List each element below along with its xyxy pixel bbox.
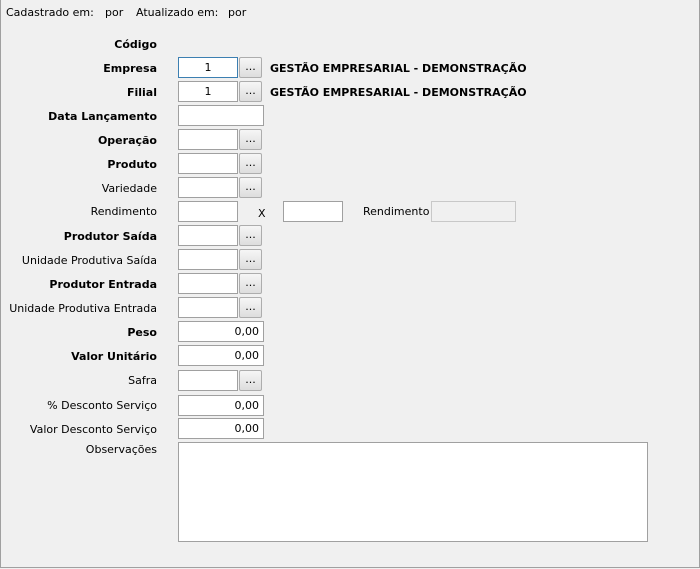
produto-input[interactable]: [178, 153, 238, 174]
rendimento-input-1[interactable]: [178, 201, 238, 222]
data-lancamento-input[interactable]: [178, 105, 264, 126]
rendimento-label: Rendimento: [90, 205, 157, 218]
unidade-entrada-label: Unidade Produtiva Entrada: [9, 302, 157, 315]
safra-input[interactable]: [178, 370, 238, 391]
produtor-entrada-input[interactable]: [178, 273, 238, 294]
variedade-input[interactable]: [178, 177, 238, 198]
audit-bar: Cadastrado em: por Atualizado em: por: [0, 0, 700, 26]
filial-name: GESTÃO EMPRESARIAL - DEMONSTRAÇÃO: [270, 86, 527, 99]
filial-label: Filial: [126, 86, 157, 99]
produtor-saida-label: Produtor Saída: [63, 230, 157, 243]
empresa-lookup-button[interactable]: ...: [239, 57, 262, 78]
unidade-entrada-input[interactable]: [178, 297, 238, 318]
rendimento-result-label: Rendimento: [363, 205, 430, 218]
observacoes-label: Observações: [85, 443, 157, 456]
cadastrado-por-label: por: [105, 6, 124, 19]
empresa-name: GESTÃO EMPRESARIAL - DEMONSTRAÇÃO: [270, 62, 527, 75]
observacoes-textarea[interactable]: [178, 442, 648, 542]
empresa-label: Empresa: [103, 62, 157, 75]
data-lancamento-label: Data Lançamento: [48, 110, 157, 123]
filial-input[interactable]: 1: [178, 81, 238, 102]
perc-desconto-input[interactable]: 0,00: [178, 395, 264, 416]
unidade-entrada-lookup-button[interactable]: ...: [239, 297, 262, 318]
valor-unitario-input[interactable]: 0,00: [178, 345, 264, 366]
rendimento-x-label: X: [258, 207, 266, 220]
valor-unitario-label: Valor Unitário: [71, 350, 157, 363]
rendimento-input-2[interactable]: [283, 201, 343, 222]
empresa-input[interactable]: 1: [178, 57, 238, 78]
operacao-lookup-button[interactable]: ...: [239, 129, 262, 150]
unidade-saida-input[interactable]: [178, 249, 238, 270]
perc-desconto-label: % Desconto Serviço: [47, 399, 157, 412]
cadastrado-label: Cadastrado em:: [6, 6, 94, 19]
peso-label: Peso: [127, 326, 157, 339]
variedade-lookup-button[interactable]: ...: [239, 177, 262, 198]
safra-lookup-button[interactable]: ...: [239, 370, 262, 391]
operacao-label: Operação: [97, 134, 157, 147]
variedade-label: Variedade: [101, 182, 157, 195]
rendimento-result-field: [431, 201, 516, 222]
atualizado-label: Atualizado em:: [136, 6, 219, 19]
operacao-input[interactable]: [178, 129, 238, 150]
atualizado-por-label: por: [228, 6, 247, 19]
valor-desconto-input[interactable]: 0,00: [178, 418, 264, 439]
filial-lookup-button[interactable]: ...: [239, 81, 262, 102]
unidade-saida-label: Unidade Produtiva Saída: [21, 254, 157, 267]
produtor-saida-lookup-button[interactable]: ...: [239, 225, 262, 246]
produtor-entrada-label: Produtor Entrada: [49, 278, 157, 291]
safra-label: Safra: [128, 374, 157, 387]
peso-input[interactable]: 0,00: [178, 321, 264, 342]
produto-lookup-button[interactable]: ...: [239, 153, 262, 174]
valor-desconto-label: Valor Desconto Serviço: [29, 423, 157, 436]
unidade-saida-lookup-button[interactable]: ...: [239, 249, 262, 270]
produtor-saida-input[interactable]: [178, 225, 238, 246]
produto-label: Produto: [107, 158, 157, 171]
produtor-entrada-lookup-button[interactable]: ...: [239, 273, 262, 294]
codigo-label: Código: [114, 38, 157, 51]
